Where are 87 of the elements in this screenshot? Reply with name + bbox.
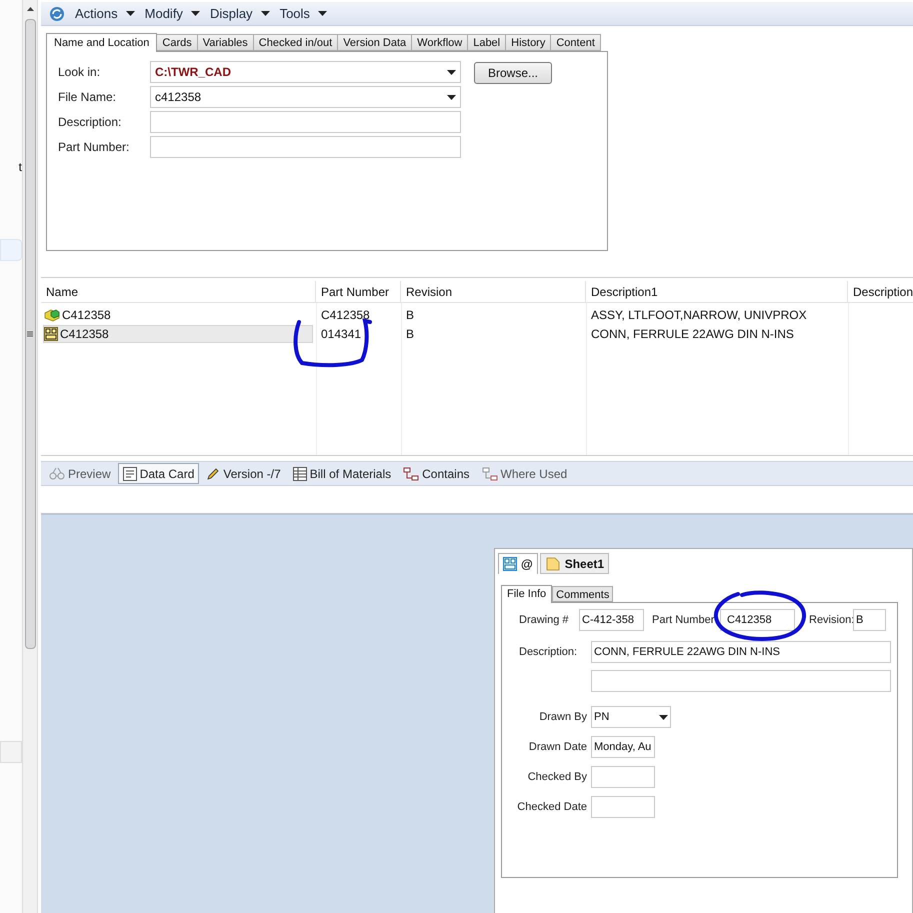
scrollbar[interactable] [22,0,38,913]
form-icon [122,466,137,480]
scroll-thumb[interactable] [24,19,36,649]
field-label: Drawn By [538,710,588,725]
tab[interactable]: Content [550,34,601,51]
tab[interactable]: Data Card [118,463,200,484]
grid-icon [503,557,517,571]
tab[interactable]: Comments [552,586,614,602]
blocks-icon [44,308,60,322]
card-icon [44,326,58,340]
panel-text: t [18,159,22,176]
table-cell-text: B [405,306,416,324]
menu-button[interactable]: Tools [280,4,327,24]
browse-button[interactable]: Browse... [474,62,552,84]
refresh-icon[interactable] [49,6,65,22]
menu-button[interactable]: Actions [75,4,135,24]
menu-button[interactable]: Modify [144,4,200,24]
table-cell-text: B [405,326,416,342]
tab[interactable]: Version -/7 [201,463,286,484]
column-header[interactable]: Name [41,281,316,302]
tab[interactable]: File Info [501,585,552,603]
pencil-icon [206,466,220,480]
dropdown[interactable]: C:\TWR_CAD [150,61,461,83]
tab[interactable]: Version Data [337,34,412,51]
table-cell-text: C412358 [320,306,371,324]
table-cell-text: 014341 [320,326,362,342]
field-label: Checked Date [516,800,588,815]
tab[interactable]: Workflow [411,34,468,51]
table-icon [292,466,307,480]
field-label: Revision: [809,612,853,628]
tab[interactable]: Contains [398,463,474,484]
tab[interactable]: Where Used [476,463,572,484]
input-field[interactable] [591,670,891,692]
menu-button[interactable]: Display [210,4,270,24]
input-field[interactable]: CONN, FERRULE 22AWG DIN N-INS [591,641,891,663]
field-label: Part Number [652,612,716,628]
field-label: File Name: [58,89,118,106]
tree-icon [482,466,498,480]
field-label: Look in: [58,64,102,81]
tab[interactable]: Label [467,34,506,51]
input-field[interactable] [591,766,655,788]
input-field[interactable]: B [853,609,886,631]
tab[interactable]: Name and Location [46,33,158,52]
tab[interactable]: Checked in/out [252,34,338,51]
tab[interactable]: History [505,34,552,51]
input-field[interactable] [591,796,655,818]
sheet-tab[interactable]: Sheet1 [540,553,610,574]
column-header[interactable]: Description1 [586,281,848,302]
list-item[interactable] [0,741,22,763]
field-label: Description: [519,644,578,660]
tab[interactable]: Bill of Materials [288,463,396,484]
field-label: Checked By [526,770,588,785]
caret-icon [190,11,200,16]
tab[interactable]: Preview [44,463,116,484]
table-cell-text: CONN, FERRULE 22AWG DIN N-INS [590,326,795,342]
tab[interactable]: Variables [196,34,254,51]
dropdown-arrow-icon [447,70,456,74]
caret-icon [126,11,135,16]
tab[interactable]: Cards [156,34,198,51]
name-cell[interactable]: C412358 [43,324,313,342]
field-label: Part Number: [58,139,130,156]
dropdown-arrow-icon [659,714,668,720]
name-cell[interactable]: C412358 [43,306,313,324]
column-header[interactable]: Revision [401,281,586,302]
tree-icon [403,466,420,480]
table-cell-text: ASSY, LTLFOOT,NARROW, UNIVPROX [590,306,808,324]
input-field[interactable]: C-412-358 [579,609,644,631]
sheet-tab[interactable]: @ [498,553,538,574]
input-field[interactable]: Monday, Au [591,736,655,758]
scroll-up-icon[interactable] [26,7,34,11]
field-label: Description: [58,114,122,131]
dropdown-arrow-icon [447,94,456,100]
field-label: Drawing # [519,612,570,628]
column-header[interactable]: Part Number [316,281,401,302]
caret-icon [318,11,327,16]
input-field[interactable] [150,111,461,133]
dropdown[interactable]: PN [591,706,671,728]
list-item[interactable] [0,239,22,261]
column-header[interactable]: Description [848,281,913,302]
glasses-icon [49,466,65,480]
dropdown[interactable]: c412358 [150,86,461,108]
page-icon [544,556,561,570]
input-field[interactable]: C412358 [720,609,795,631]
field-label: Drawn Date [528,740,588,755]
caret-icon [260,11,270,16]
input-field[interactable] [150,136,461,158]
grip-icon [27,331,33,337]
